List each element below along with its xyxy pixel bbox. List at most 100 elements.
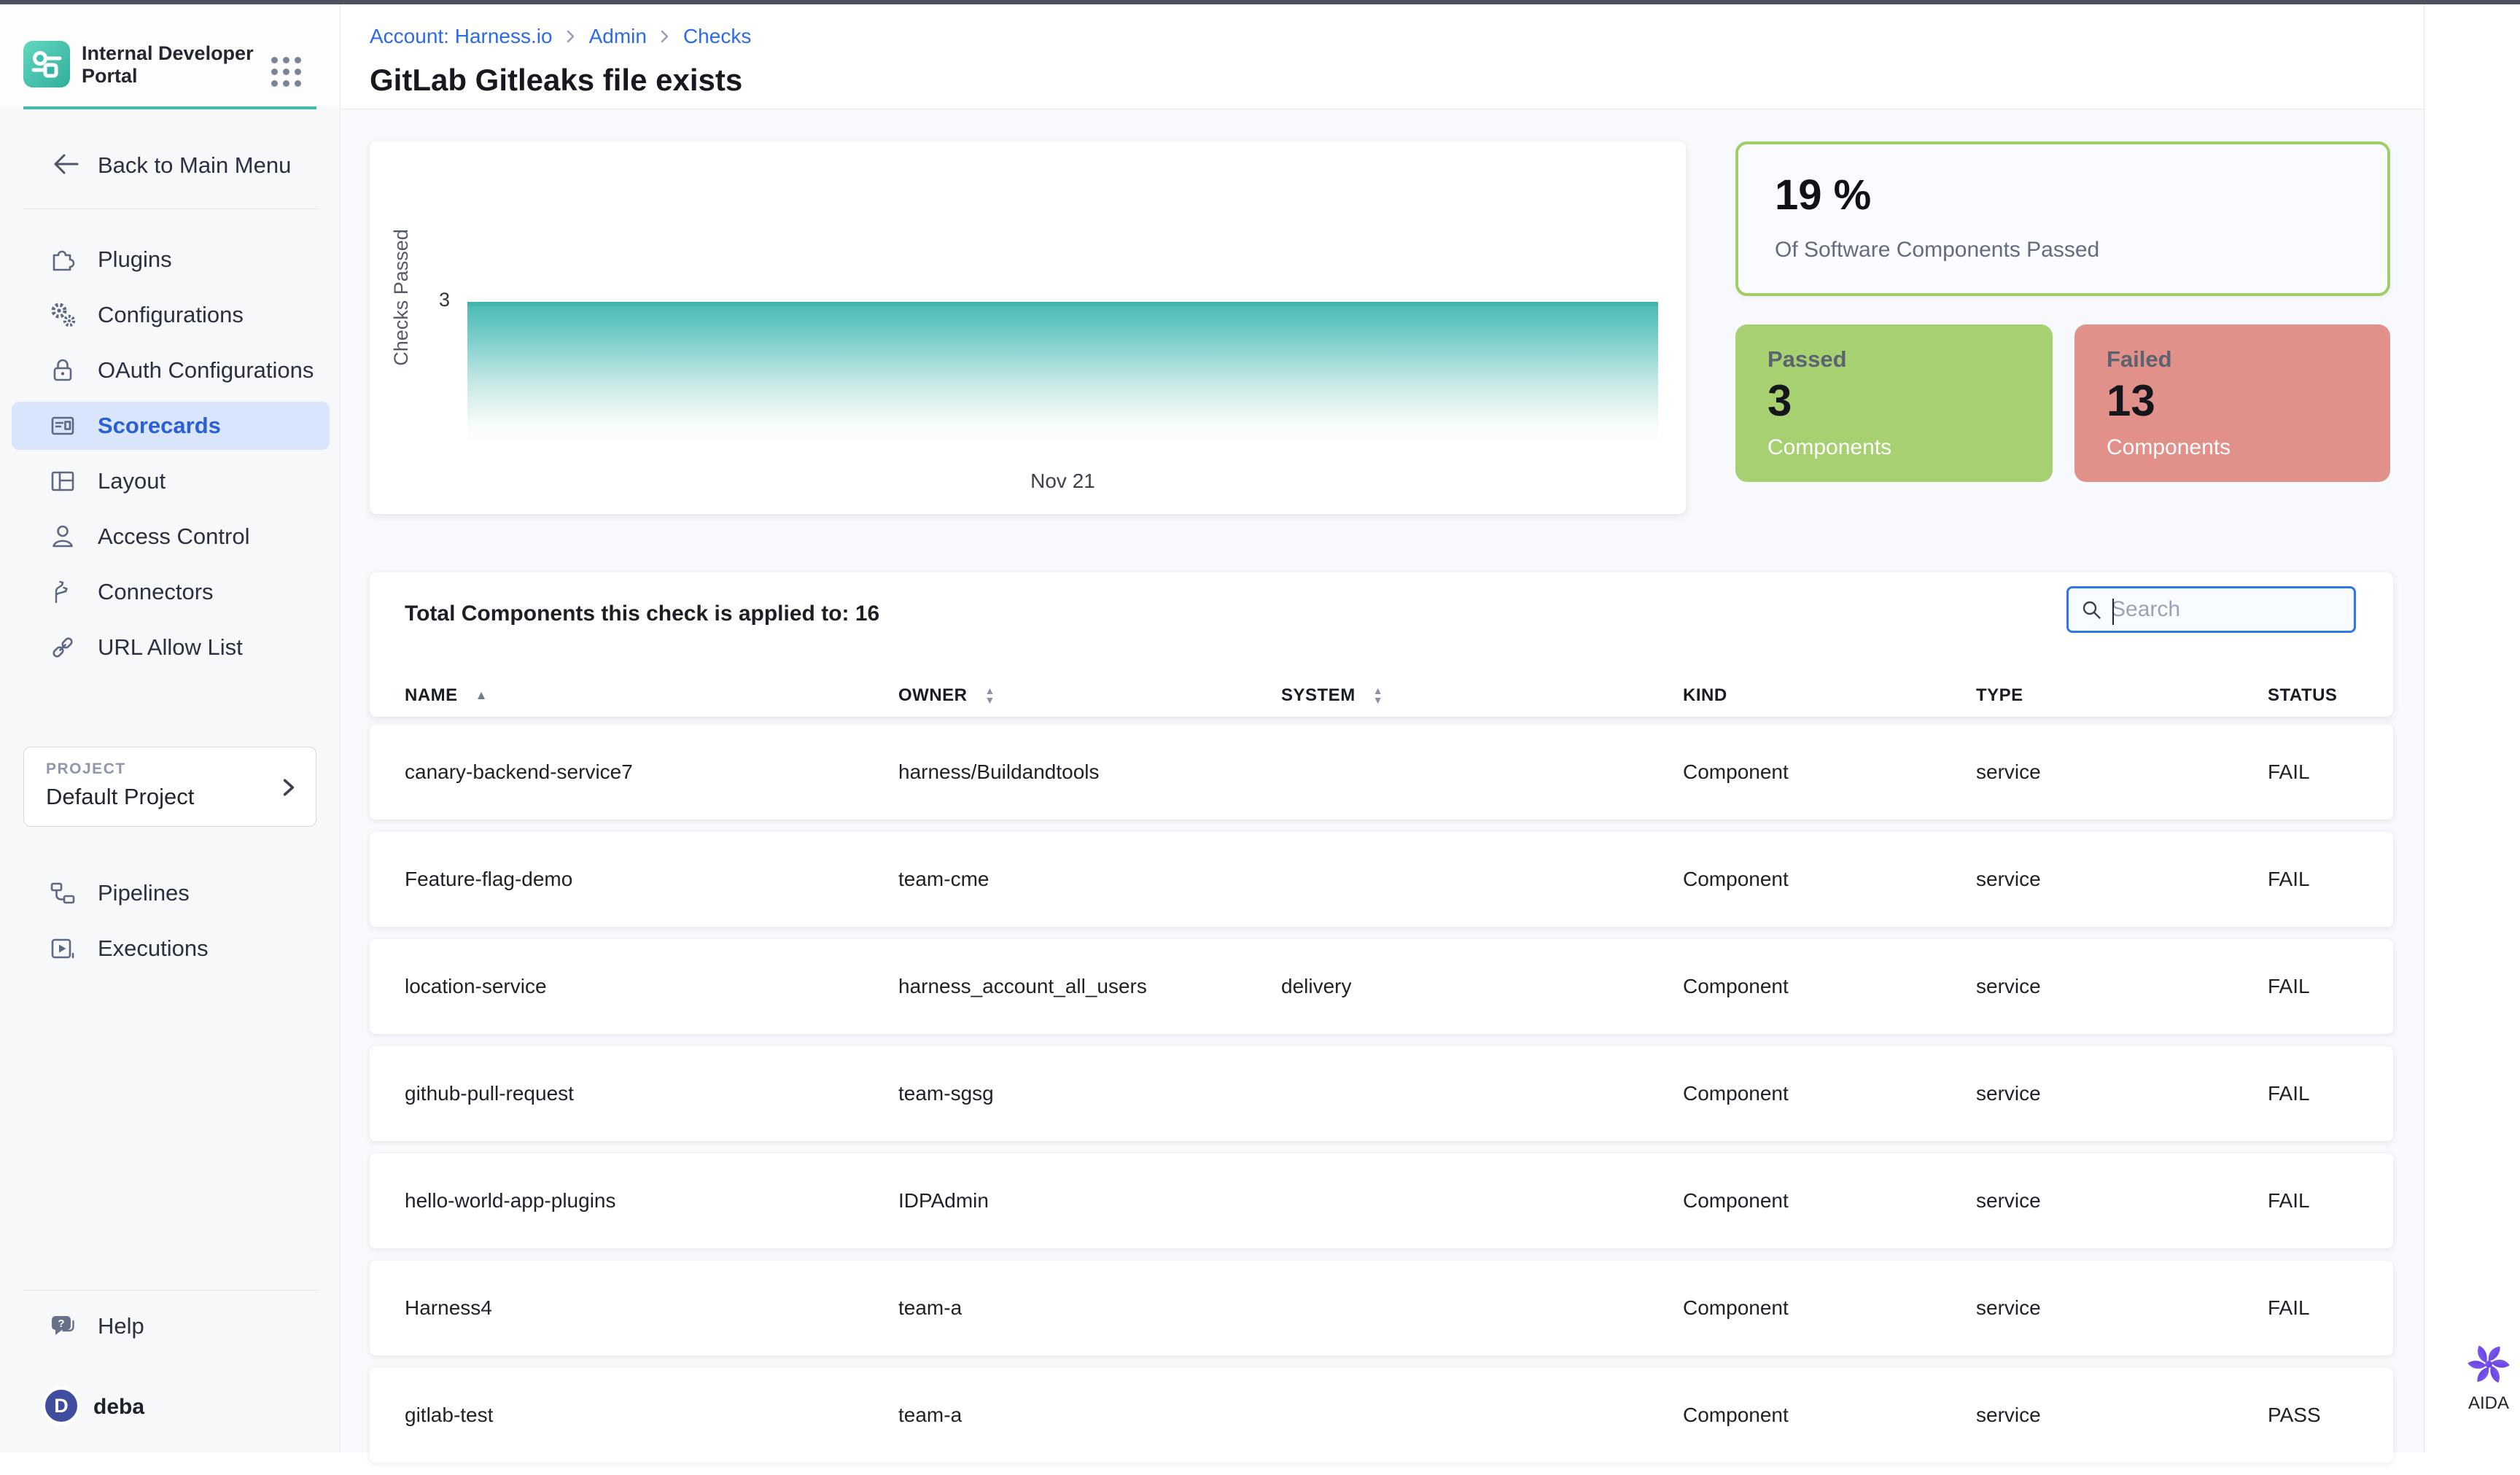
grid-icon[interactable] (271, 57, 301, 87)
column-header-system[interactable]: SYSTEM▲▼ (1281, 685, 1383, 706)
failed-value: 13 (2107, 375, 2155, 426)
cell-kind: Component (1683, 975, 1789, 998)
checks-passed-chart: Checks Passed 3 Nov 21 (370, 141, 1686, 514)
table-row[interactable]: canary-backend-service7harness/Buildandt… (370, 725, 2393, 820)
breadcrumb-item[interactable]: Checks (683, 25, 751, 48)
cell-type: service (1976, 975, 2041, 998)
user-avatar[interactable]: D (42, 1387, 80, 1425)
cell-type: service (1976, 868, 2041, 891)
table-row[interactable]: Feature-flag-demoteam-cmeComponentservic… (370, 832, 2393, 927)
percent-passed-card: 19 % Of Software Components Passed (1735, 141, 2390, 296)
cell-status: FAIL (2268, 1082, 2310, 1105)
cell-owner: harness_account_all_users (898, 975, 1147, 998)
cell-name: github-pull-request (405, 1082, 574, 1105)
app-title: Internal Developer Portal (82, 42, 264, 87)
page-header: Account: Harness.io Admin Checks GitLab Gi… (341, 4, 2424, 109)
cell-name: hello-world-app-plugins (405, 1189, 616, 1213)
table-row[interactable]: gitlab-testteam-aComponentservicePASS (370, 1368, 2393, 1463)
aida-button[interactable]: AIDA (2456, 1342, 2520, 1414)
table-row[interactable]: github-pull-requestteam-sgsgComponentser… (370, 1046, 2393, 1141)
sidebar-item-label: Configurations (98, 302, 244, 328)
breadcrumb-item[interactable]: Admin (589, 25, 647, 48)
aida-icon (2466, 1342, 2511, 1387)
arrow-left-icon (50, 149, 82, 182)
sidebar-item-executions[interactable]: Executions (12, 925, 330, 973)
project-label: PROJECT (46, 760, 126, 778)
sidebar-item-oauth-configurations[interactable]: OAuth Configurations (12, 346, 330, 394)
cell-kind: Component (1683, 1296, 1789, 1320)
components-table-header-card: Total Components this check is applied t… (370, 572, 2393, 717)
column-header-status: STATUS (2268, 685, 2337, 706)
sort-icon: ▲▼ (1373, 686, 1383, 705)
divider (23, 1290, 316, 1291)
percent-caption: Of Software Components Passed (1775, 238, 2099, 262)
search-icon (2080, 599, 2102, 620)
cell-status: FAIL (2268, 1296, 2310, 1320)
svg-text:?: ? (58, 1318, 64, 1330)
cell-owner: team-a (898, 1404, 962, 1427)
cell-type: service (1976, 1296, 2041, 1320)
search-box[interactable] (2066, 586, 2356, 633)
lock-icon (47, 354, 79, 386)
table-row[interactable]: Harness4team-aComponentserviceFAIL (370, 1261, 2393, 1355)
sidebar-item-access-control[interactable]: Access Control (12, 513, 330, 561)
column-header-owner[interactable]: OWNER ▲▼ (898, 685, 995, 706)
sort-icon: ▲▼ (985, 686, 995, 705)
table-row[interactable]: location-serviceharness_account_all_user… (370, 939, 2393, 1034)
sidebar-item-plugins[interactable]: Plugins (12, 236, 330, 284)
cell-kind: Component (1683, 1189, 1789, 1213)
project-selector[interactable]: PROJECT Default Project (23, 747, 316, 827)
cell-owner: team-cme (898, 868, 989, 891)
passed-card: Passed 3 Components (1735, 324, 2053, 482)
chart-x-tick: Nov 21 (467, 470, 1658, 493)
sidebar-item-help[interactable]: ?Help (12, 1302, 330, 1350)
cell-status: FAIL (2268, 868, 2310, 891)
help-nav: ?Help (12, 1302, 330, 1358)
passed-label: Passed (1768, 346, 1847, 373)
table-summary: Total Components this check is applied t… (405, 602, 879, 626)
column-header-label: NAME (405, 685, 458, 706)
layout-icon (47, 465, 79, 497)
cell-status: FAIL (2268, 975, 2310, 998)
idp-logo-icon (23, 41, 70, 87)
sort-asc-icon: ▲ (475, 688, 488, 703)
sidebar-item-label: Connectors (98, 579, 214, 605)
chevron-right-icon (278, 777, 300, 798)
column-header-name[interactable]: NAME ▲ (405, 685, 488, 706)
table-header-row: NAME▲OWNER▲▼SYSTEM▲▼KINDTYPESTATUS (370, 674, 2393, 717)
sidebar-item-configurations[interactable]: Configurations (12, 291, 330, 339)
cell-status: PASS (2268, 1404, 2321, 1427)
executions-icon (47, 933, 79, 965)
cell-status: FAIL (2268, 1189, 2310, 1213)
project-nav: Pipelines Executions (12, 869, 330, 980)
connectors-icon (47, 576, 79, 608)
breadcrumb-item[interactable]: Account: Harness.io (370, 25, 553, 48)
sidebar-item-label: Pipelines (98, 880, 190, 906)
chart-y-axis-label: Checks Passed (390, 229, 413, 366)
page-title: GitLab Gitleaks file exists (370, 63, 742, 98)
column-header-label: STATUS (2268, 685, 2337, 706)
cell-name: canary-backend-service7 (405, 760, 633, 784)
sidebar-item-scorecards[interactable]: Scorecards (12, 402, 330, 450)
aida-label: AIDA (2456, 1393, 2520, 1414)
search-input[interactable] (2111, 597, 2337, 622)
right-gutter (2424, 4, 2520, 1452)
help-icon: ? (47, 1310, 79, 1342)
sidebar: Internal Developer Portal Back to Main M… (0, 4, 341, 1452)
back-to-main-menu[interactable]: Back to Main Menu (23, 143, 316, 188)
sidebar-item-pipelines[interactable]: Pipelines (12, 869, 330, 917)
failed-label: Failed (2107, 346, 2172, 373)
sidebar-item-layout[interactable]: Layout (12, 457, 330, 505)
cell-system: delivery (1281, 975, 1351, 998)
failed-card: Failed 13 Components (2074, 324, 2390, 482)
chart-area-series (467, 302, 1658, 447)
sidebar-item-url-allow-list[interactable]: URL Allow List (12, 623, 330, 672)
cell-kind: Component (1683, 1082, 1789, 1105)
sidebar-item-connectors[interactable]: Connectors (12, 568, 330, 616)
top-window-strip (0, 0, 2520, 4)
column-header-label: OWNER (898, 685, 968, 706)
back-label: Back to Main Menu (98, 152, 291, 179)
table-row[interactable]: hello-world-app-pluginsIDPAdminComponent… (370, 1153, 2393, 1248)
plugins-icon (47, 244, 79, 276)
person-icon (47, 521, 79, 553)
